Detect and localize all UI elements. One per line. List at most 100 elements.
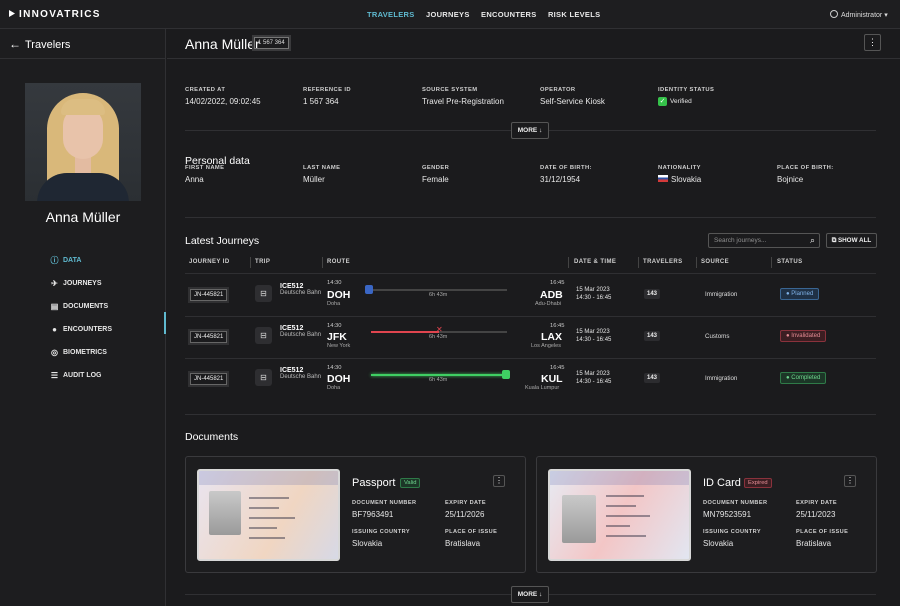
- planned-train-icon: [365, 285, 373, 294]
- date-time: 15 Mar 2023 14:30 - 16:45: [576, 329, 612, 343]
- document-icon: ▤: [50, 302, 59, 311]
- route-progress-fill: [371, 374, 507, 376]
- user-icon: [830, 10, 838, 18]
- train-icon: ⊟: [255, 369, 272, 386]
- expiry-date: EXPIRY DATE 25/11/2026: [445, 500, 486, 519]
- departure-time: 14:30: [327, 365, 342, 371]
- sidebar-item-documents[interactable]: ▤ DOCUMENTS: [50, 295, 112, 318]
- origin-code: DOH: [327, 289, 351, 301]
- place-of-issue: PLACE OF ISSUE Bratislava: [445, 529, 498, 548]
- document-card-passport[interactable]: Passport Valid ⋮ DOCUMENT NUMBER BF796349…: [185, 456, 526, 573]
- col-trip[interactable]: TRIP: [255, 259, 270, 265]
- col-travelers[interactable]: TRAVELERS: [643, 259, 683, 265]
- search-journeys-input[interactable]: Search journeys... ⌕: [708, 233, 820, 248]
- documents-title: Documents: [185, 431, 239, 443]
- origin-city: Doha: [327, 301, 341, 307]
- external-link-icon: ⧉: [831, 237, 837, 244]
- document-options-button[interactable]: ⋮: [493, 475, 505, 487]
- source: Immigration: [705, 375, 738, 382]
- caret-down-icon: ▾: [884, 12, 888, 19]
- arrival-time: 16:45: [550, 323, 565, 329]
- user-menu[interactable]: Administrator ▾: [830, 10, 888, 19]
- more-button[interactable]: MORE ↓: [511, 122, 549, 139]
- date-time: 15 Mar 2023 14:30 - 16:45: [576, 287, 612, 301]
- document-type: Passport: [352, 477, 396, 489]
- col-route[interactable]: ROUTE: [327, 259, 350, 265]
- issuing-country: ISSUING COUNTRY Slovakia: [703, 529, 762, 548]
- sidebar-item-data[interactable]: ⓘ DATA: [50, 249, 112, 272]
- back-row: ← Travelers: [0, 29, 166, 59]
- more-options-button[interactable]: ⋮: [864, 34, 881, 51]
- nav-encounters[interactable]: ENCOUNTERS: [481, 10, 537, 19]
- document-type: ID Card: [703, 477, 741, 489]
- duration: 6h 43m: [429, 377, 448, 383]
- logo-icon: [9, 10, 15, 17]
- identity-status: IDENTITY STATUS ✓ Verified: [658, 87, 715, 106]
- issuing-country: ISSUING COUNTRY Slovakia: [352, 529, 411, 548]
- passport-image: [197, 469, 340, 561]
- route-progress-line: [371, 289, 507, 291]
- sidebar-item-encounters[interactable]: ● ENCOUNTERS: [50, 318, 112, 341]
- source: Immigration: [705, 291, 738, 298]
- col-date-time[interactable]: DATE & TIME: [574, 259, 616, 265]
- departure-time: 14:30: [327, 280, 342, 286]
- document-number: DOCUMENT NUMBER MN79523591: [703, 500, 768, 519]
- first-name: FIRST NAME Anna: [185, 165, 225, 184]
- journey-id-badge: JN-445821: [190, 331, 228, 343]
- status-badge: Valid: [400, 478, 421, 488]
- expiry-date: EXPIRY DATE 25/11/2023: [796, 500, 837, 519]
- route-progress-fill: [371, 331, 439, 333]
- train-icon: ⊟: [255, 285, 272, 302]
- trip-info: ICE512 Deutsche Bahn: [280, 367, 322, 380]
- back-arrow-icon[interactable]: ←: [9, 37, 21, 51]
- date-of-birth: DATE OF BIRTH: 31/12/1954: [540, 165, 592, 184]
- invalid-x-icon: ✕: [436, 325, 443, 334]
- status-badge: ● Planned: [780, 288, 820, 300]
- col-source[interactable]: SOURCE: [701, 259, 729, 265]
- person-name: Anna Müller: [45, 209, 121, 225]
- sidebar-item-journeys[interactable]: ✈ JOURNEYS: [50, 272, 112, 295]
- nationality: NATIONALITY Slovakia: [658, 165, 702, 184]
- source: Customs: [705, 333, 730, 340]
- travelers-count: 143: [644, 331, 661, 341]
- nav-journeys[interactable]: JOURNEYS: [426, 10, 470, 19]
- main-nav: TRAVELERS JOURNEYS ENCOUNTERS RISK LEVEL…: [367, 10, 609, 19]
- nav-travelers[interactable]: TRAVELERS: [367, 10, 415, 19]
- destination-city: Los Angeles: [531, 343, 561, 349]
- duration: 6h 43m: [429, 334, 448, 340]
- nav-risk-levels[interactable]: RISK LEVELS: [548, 10, 600, 19]
- show-all-button[interactable]: ⧉ SHOW ALL: [826, 233, 877, 248]
- sidebar: ← Travelers Anna Müller ⓘ DATA ✈ JOURNEYS …: [0, 29, 166, 606]
- back-title[interactable]: Travelers: [25, 39, 70, 51]
- document-number: DOCUMENT NUMBER BF7963491: [352, 500, 417, 519]
- operator: OPERATOR Self-Service Kiosk: [540, 87, 605, 106]
- status-badge: Expired: [744, 478, 772, 488]
- reference-badge: 1 567 364: [254, 37, 289, 49]
- top-bar: INNOVATRICS TRAVELERS JOURNEYS ENCOUNTER…: [0, 0, 900, 29]
- trip-info: ICE512 Deutsche Bahn: [280, 283, 322, 296]
- last-name: LAST NAME Müller: [303, 165, 341, 184]
- reference-id: REFERENCE ID 1 567 364: [303, 87, 351, 106]
- col-status[interactable]: STATUS: [777, 259, 803, 265]
- status-badge: ● Invalidated: [780, 330, 827, 342]
- flag-icon: [658, 175, 668, 182]
- destination-city: Adu-Dhabi: [535, 301, 561, 307]
- sidebar-item-biometrics[interactable]: ◎ BIOMETRICS: [50, 341, 112, 364]
- divider: [185, 217, 876, 218]
- logo[interactable]: INNOVATRICS: [9, 9, 101, 20]
- place-of-birth: PLACE OF BIRTH: Bojnice: [777, 165, 834, 184]
- id-card-image: [548, 469, 691, 561]
- check-icon: ✓: [658, 97, 667, 106]
- more-documents-button[interactable]: MORE ↓: [511, 586, 549, 603]
- active-indicator: [164, 312, 166, 334]
- destination-code: LAX: [541, 331, 562, 343]
- arrival-time: 16:45: [550, 280, 565, 286]
- origin-city: New York: [327, 343, 351, 349]
- origin-code: JFK: [327, 331, 347, 343]
- gender: GENDER Female: [422, 165, 450, 184]
- document-options-button[interactable]: ⋮: [844, 475, 856, 487]
- journey-id-badge: JN-445821: [190, 289, 228, 301]
- sidebar-item-audit-log[interactable]: ☰ AUDIT LOG: [50, 364, 112, 387]
- col-journey-id[interactable]: JOURNEY ID: [189, 259, 230, 265]
- document-card-id-card[interactable]: ID Card Expired ⋮ DOCUMENT NUMBER MN79523…: [536, 456, 877, 573]
